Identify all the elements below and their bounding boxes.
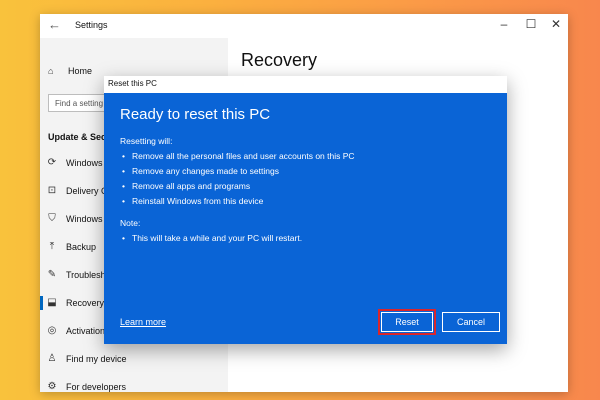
note-item: This will take a while and your PC will …	[120, 231, 490, 246]
cancel-button[interactable]: Cancel	[442, 312, 500, 332]
reset-button[interactable]: Reset	[378, 309, 436, 335]
sidebar-item-label: Activation	[66, 326, 106, 336]
dialog-body: Resetting will: Remove all the personal …	[120, 134, 490, 246]
note-label: Note:	[120, 218, 141, 228]
developer-icon: ⚙	[47, 381, 57, 392]
sidebar-item-label: Recovery	[66, 298, 105, 308]
close-icon[interactable]: ✕	[546, 17, 566, 31]
maximize-icon[interactable]: ☐	[521, 17, 541, 31]
dialog-heading: Ready to reset this PC	[120, 106, 271, 123]
refresh-icon: ⟳	[47, 157, 57, 168]
sidebar-item-label: Find my device	[66, 354, 127, 364]
window-title: Settings	[75, 20, 108, 30]
recovery-icon: ⬓	[47, 297, 57, 308]
title-bar: ← Settings – ☐ ✕	[40, 14, 568, 38]
sidebar-item-label: Backup	[66, 242, 97, 252]
learn-more-link[interactable]: Learn more	[120, 317, 166, 327]
person-pin-icon: ♙	[47, 353, 57, 364]
search-placeholder: Find a setting	[55, 99, 104, 108]
sidebar-item-label: For developers	[66, 382, 127, 392]
dialog-title: Reset this PC	[108, 79, 157, 88]
sidebar-item-for-developers[interactable]: ⚙ For developers	[40, 374, 228, 392]
resetting-item: Remove all apps and programs	[120, 179, 490, 194]
resetting-item: Reinstall Windows from this device	[120, 194, 490, 209]
nav-home[interactable]: ⌂ Home	[48, 66, 92, 76]
reset-dialog: Reset this PC Ready to reset this PC Res…	[104, 76, 507, 344]
back-arrow-icon[interactable]: ←	[48, 17, 61, 32]
home-icon: ⌂	[48, 66, 54, 76]
resetting-item: Remove any changes made to settings	[120, 164, 490, 179]
backup-icon: ⤒	[49, 241, 55, 252]
wrench-icon: ✎	[47, 269, 57, 280]
sidebar-item-find-my-device[interactable]: ♙ Find my device	[40, 346, 228, 372]
resetting-label: Resetting will:	[120, 136, 173, 146]
page-title: Recovery	[241, 50, 318, 70]
minimize-icon[interactable]: –	[494, 17, 514, 31]
check-circle-icon: ◎	[47, 325, 57, 336]
delivery-icon: ⊡	[47, 185, 57, 196]
dialog-title-bar: Reset this PC	[104, 76, 507, 93]
nav-home-label: Home	[68, 66, 93, 76]
shield-icon: ⛉	[48, 213, 56, 224]
resetting-item: Remove all the personal files and user a…	[120, 149, 490, 164]
